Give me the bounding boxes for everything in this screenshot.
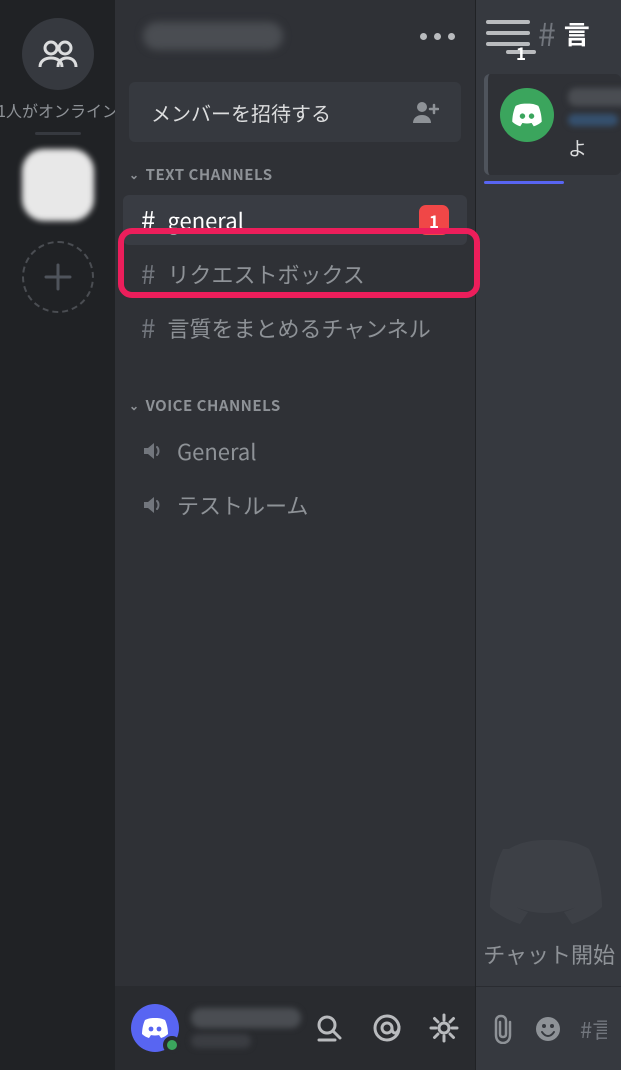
dm-home-button[interactable]: [22, 18, 94, 90]
hash-icon: #: [141, 261, 155, 287]
speaker-icon: [141, 439, 165, 463]
menu-button[interactable]: 1: [486, 20, 530, 46]
embed-avatar: [500, 88, 554, 142]
text-channel-general[interactable]: # general 1: [123, 195, 467, 245]
hash-icon: #: [538, 10, 556, 56]
voice-channel-list: General テストルーム: [115, 422, 475, 534]
input-placeholder: #言: [580, 1013, 607, 1045]
channel-name: 言質をまとめるチャンネル: [167, 312, 449, 344]
voice-channels-category[interactable]: ⌄ VOICE CHANNELS: [115, 395, 475, 416]
add-server-button[interactable]: [22, 241, 94, 313]
app-root: 1人がオンライン メンバーを招待する: [0, 0, 621, 1070]
message-embed[interactable]: よ: [484, 74, 621, 175]
channel-name: General: [177, 435, 449, 467]
server-icon[interactable]: [22, 149, 94, 221]
attachment-icon[interactable]: [490, 1014, 516, 1044]
voice-channel-テストルーム[interactable]: テストルーム: [123, 480, 467, 530]
status-online-icon: [163, 1036, 181, 1054]
discord-logo-icon: [510, 102, 544, 128]
chevron-down-icon: ⌄: [129, 166, 140, 183]
hash-icon: #: [141, 315, 155, 341]
plus-icon: [42, 261, 74, 293]
embed-text: よ: [568, 134, 609, 161]
voice-channel-General[interactable]: General: [123, 426, 467, 476]
server-header[interactable]: [115, 0, 475, 72]
rail-separator: [35, 132, 81, 135]
unread-badge: 1: [419, 205, 449, 235]
chat-body: チャット開始: [476, 184, 621, 986]
emoji-icon[interactable]: [534, 1015, 562, 1043]
category-label: VOICE CHANNELS: [146, 395, 281, 416]
add-person-icon: [413, 101, 439, 123]
channel-name: テストルーム: [177, 489, 449, 521]
user-avatar[interactable]: [131, 1004, 179, 1052]
notification-badge: 1: [506, 50, 536, 54]
server-menu-button[interactable]: [420, 33, 455, 40]
discord-logo-icon: [140, 1017, 170, 1039]
invite-members-button[interactable]: メンバーを招待する: [129, 82, 461, 142]
message-input-bar: #言: [476, 986, 621, 1070]
ellipsis-icon: [420, 33, 427, 40]
channel-sidebar: メンバーを招待する ⌄ TEXT CHANNELS # general 1 # リクエス…: [115, 0, 475, 1070]
invite-label: メンバーを招待する: [151, 98, 331, 127]
user-bar: [115, 986, 475, 1070]
channel-name: general: [167, 204, 407, 236]
username-block[interactable]: [191, 1008, 303, 1048]
server-name: [143, 22, 283, 50]
chevron-down-icon: ⌄: [129, 397, 140, 414]
online-count-label: 1人がオンライン: [0, 98, 118, 122]
message-input[interactable]: #言: [580, 1013, 607, 1045]
gear-icon[interactable]: [429, 1013, 459, 1043]
people-icon: [38, 39, 78, 69]
category-label: TEXT CHANNELS: [146, 164, 273, 185]
server-rail: 1人がオンライン: [0, 0, 115, 1070]
text-channel-リクエストボックス[interactable]: # リクエストボックス: [123, 249, 467, 299]
channel-title: 言: [564, 15, 590, 52]
chat-peek-panel: 1 # 言 よ チャット開始: [475, 0, 621, 1070]
hash-icon: #: [141, 207, 155, 233]
text-channels-category[interactable]: ⌄ TEXT CHANNELS: [115, 164, 475, 185]
speaker-icon: [141, 493, 165, 517]
text-channel-言質をまとめるチャンネル[interactable]: # 言質をまとめるチャンネル: [123, 303, 467, 353]
text-channel-list: # general 1 # リクエストボックス # 言質をまとめるチャンネル: [115, 191, 475, 357]
mentions-icon[interactable]: [371, 1012, 403, 1044]
channel-name: リクエストボックス: [167, 258, 449, 290]
chat-start-label: チャット開始: [483, 938, 621, 970]
search-icon[interactable]: [315, 1013, 345, 1043]
discord-ghost-icon: [484, 834, 614, 924]
chat-header: 1 # 言: [476, 0, 621, 66]
